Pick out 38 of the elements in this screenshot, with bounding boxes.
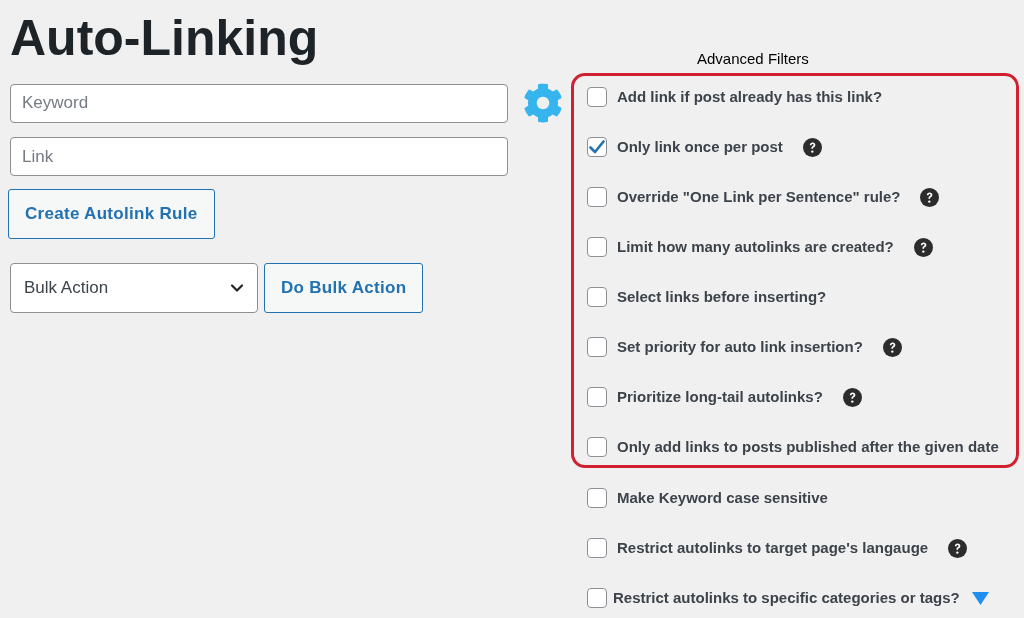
checkbox[interactable] bbox=[587, 287, 607, 307]
checkmark-icon bbox=[589, 140, 605, 154]
help-icon[interactable] bbox=[913, 237, 933, 257]
help-icon[interactable] bbox=[948, 538, 968, 558]
page-title: Auto-Linking bbox=[10, 13, 319, 63]
keyword-field[interactable]: Keyword bbox=[10, 83, 508, 123]
option-label[interactable]: Restrict autolinks to target page's langauge bbox=[617, 538, 929, 558]
checkbox[interactable] bbox=[587, 437, 607, 457]
option-label[interactable]: Limit how many autolinks are created? bbox=[617, 237, 894, 257]
option-label[interactable]: Override "One Link per Sentence" rule? bbox=[617, 187, 901, 207]
checkbox[interactable] bbox=[587, 237, 607, 257]
section-title: Advanced Filters bbox=[697, 50, 810, 68]
bulk-action-select[interactable]: Bulk Action bbox=[10, 263, 258, 313]
checkbox[interactable] bbox=[587, 538, 607, 558]
option-label[interactable]: Prioritize long-tail autolinks? bbox=[617, 387, 823, 407]
option-label[interactable]: Make Keyword case sensitive bbox=[617, 488, 828, 508]
bulk-action-button[interactable]: Do Bulk Action bbox=[264, 263, 424, 313]
triangle-down-icon[interactable] bbox=[971, 591, 989, 605]
help-icon[interactable] bbox=[802, 137, 822, 157]
option-label[interactable]: Only add links to posts published after the given date bbox=[617, 437, 999, 457]
checkbox[interactable] bbox=[587, 187, 607, 207]
checkbox[interactable] bbox=[587, 137, 607, 157]
option-label[interactable]: Restrict autolinks to specific categories or tags? bbox=[613, 588, 960, 608]
checkbox[interactable] bbox=[587, 488, 607, 508]
settings-icon[interactable] bbox=[523, 83, 563, 123]
help-icon[interactable] bbox=[842, 387, 862, 407]
link-field[interactable]: Link bbox=[10, 137, 508, 176]
option-label[interactable]: Only link once per post bbox=[617, 137, 783, 157]
checkbox[interactable] bbox=[587, 337, 607, 357]
help-icon[interactable] bbox=[920, 187, 940, 207]
checkbox[interactable] bbox=[587, 588, 607, 608]
option-label[interactable]: Add link if post already has this link? bbox=[617, 87, 883, 107]
create-rule-button[interactable]: Create Autolink Rule bbox=[8, 189, 215, 239]
help-icon[interactable] bbox=[882, 337, 902, 357]
checkbox[interactable] bbox=[587, 87, 607, 107]
option-label[interactable]: Set priority for auto link insertion? bbox=[617, 337, 863, 357]
checkbox[interactable] bbox=[587, 387, 607, 407]
option-label[interactable]: Select links before inserting? bbox=[617, 287, 827, 307]
